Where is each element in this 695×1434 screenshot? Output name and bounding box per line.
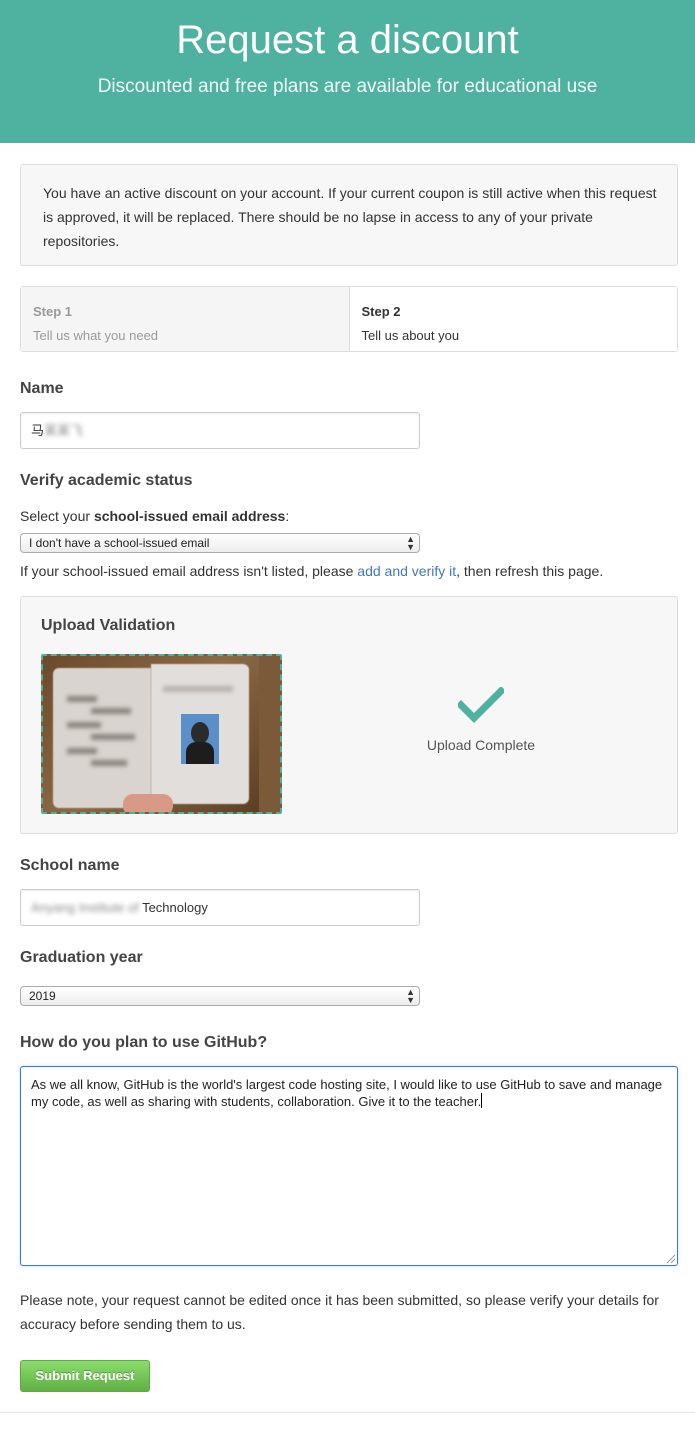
graduation-year-label: Graduation year — [20, 949, 143, 966]
usage-textarea[interactable]: As we all know, GitHub is the world's la… — [20, 1066, 678, 1266]
school-name-redacted: Anyang Institute of — [31, 900, 139, 915]
step-2: Step 2 Tell us about you — [349, 287, 677, 351]
submission-note: Please note, your request cannot be edit… — [20, 1292, 659, 1332]
id-portrait — [181, 714, 219, 764]
upload-status: Upload Complete — [401, 687, 561, 753]
name-label: Name — [20, 380, 64, 397]
active-discount-notice: You have an active discount on your acco… — [20, 164, 678, 266]
graduation-year-select[interactable]: 2019 ▲ ▼ — [20, 986, 420, 1006]
footer-divider — [0, 1412, 695, 1413]
checkmark-icon — [458, 687, 504, 723]
school-name-input[interactable]: Anyang Institute of Technology — [20, 889, 420, 926]
name-input[interactable]: 马某某飞 — [20, 412, 420, 449]
email-prompt-colon: : — [285, 508, 290, 524]
uploaded-document-preview[interactable] — [41, 654, 282, 814]
document-photo — [43, 656, 259, 812]
portrait-body — [186, 742, 214, 764]
portrait-head — [191, 722, 209, 744]
usage-text: As we all know, GitHub is the world's la… — [31, 1077, 663, 1109]
document-text-line — [67, 696, 97, 702]
add-verify-email-link[interactable]: add and verify it — [357, 563, 456, 579]
document-text-line — [91, 734, 135, 740]
school-name-label: School name — [20, 857, 120, 874]
document-text-line — [67, 748, 97, 754]
page-subtitle: Discounted and free plans are available … — [97, 76, 598, 97]
document-text-line — [91, 708, 131, 714]
email-prompt-bold: school-issued email address — [93, 508, 286, 524]
upload-title: Upload Validation — [41, 617, 176, 634]
name-redacted: 某某飞 — [44, 423, 84, 438]
usage-label: How do you plan to use GitHub? — [20, 1034, 268, 1051]
email-help-text: If your school-issued email address isn'… — [20, 561, 603, 581]
academic-status-label: Verify academic status — [20, 472, 193, 489]
upload-status-text: Upload Complete — [426, 737, 536, 753]
document-text-line — [67, 722, 101, 728]
select-arrows-icon: ▲ ▼ — [406, 987, 415, 1005]
page-header: Request a discount Discounted and free p… — [0, 0, 695, 143]
text-caret — [481, 1093, 483, 1108]
step-indicator: Step 1 Tell us what you need Step 2 Tell… — [20, 286, 678, 352]
step-2-description: Tell us about you — [361, 328, 460, 343]
select-arrows-icon: ▲ ▼ — [406, 534, 415, 552]
resize-grip-icon[interactable] — [667, 1255, 675, 1263]
help-text-after: , then refresh this page. — [456, 563, 604, 579]
email-select-prompt: Select your school-issued email address: — [20, 506, 289, 526]
upload-validation-panel: Upload Validation Upload Complete — [20, 596, 678, 834]
page-title: Request a discount — [176, 18, 519, 62]
email-select[interactable]: I don't have a school-issued email ▲ ▼ — [20, 533, 420, 553]
step-1-number: Step 1 — [33, 304, 73, 319]
email-select-value: I don't have a school-issued email — [29, 536, 210, 550]
school-name-value: Technology — [142, 900, 208, 915]
email-prompt-text: Select your — [20, 508, 94, 524]
step-1[interactable]: Step 1 Tell us what you need — [21, 287, 350, 351]
submit-request-button[interactable]: Submit Request — [20, 1360, 150, 1392]
graduation-year-value: 2019 — [29, 989, 56, 1003]
name-value: 马 — [31, 423, 45, 438]
step-2-number: Step 2 — [361, 304, 401, 319]
fingers-holding-document — [123, 794, 173, 812]
step-1-description: Tell us what you need — [33, 328, 159, 343]
document-text-line — [163, 686, 233, 692]
notice-text: You have an active discount on your acco… — [43, 185, 657, 249]
document-text-line — [91, 760, 127, 766]
help-text-before: If your school-issued email address isn'… — [20, 563, 358, 579]
